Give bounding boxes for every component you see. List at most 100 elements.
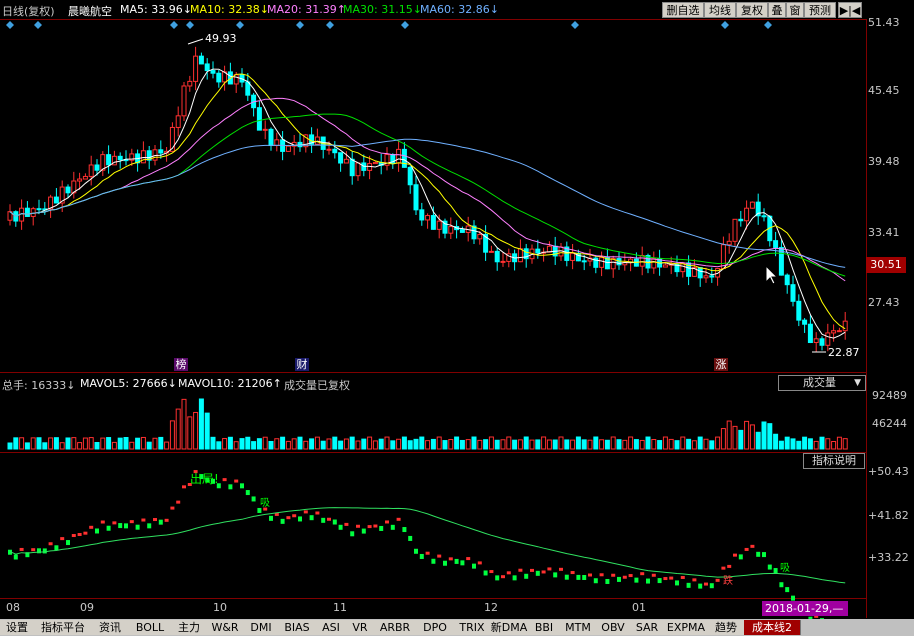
indicator-select[interactable]: 成交量 ▼ (778, 375, 866, 391)
volume-bar (88, 437, 94, 450)
tab-19[interactable]: 趋势 (708, 620, 745, 635)
current-price-badge: 30.51 (866, 257, 906, 273)
mark-cai[interactable]: 财 (295, 358, 309, 371)
tab-7[interactable]: BIAS (278, 620, 317, 635)
tab-20[interactable]: 成本线2 (744, 620, 801, 635)
candle (773, 240, 779, 248)
indicator-bar (19, 547, 24, 551)
volume-bar (198, 398, 204, 450)
tab-15[interactable]: MTM (560, 620, 597, 635)
tab-11[interactable]: DPO (416, 620, 455, 635)
volume-bar (587, 439, 593, 450)
indicator-bar (733, 553, 737, 557)
tab-4[interactable]: 主力 (172, 620, 207, 635)
volume-bar (703, 438, 709, 450)
chevron-down-icon: ▼ (854, 378, 861, 388)
indicator-bar (593, 578, 598, 584)
tab-3[interactable]: BOLL (128, 620, 173, 635)
tab-10[interactable]: ARBR (374, 620, 417, 635)
indicator-bar (141, 518, 146, 522)
tab-2[interactable]: 资讯 (92, 620, 129, 635)
indicator-bar (31, 548, 36, 552)
indicator-bar (361, 528, 366, 534)
volume-bar (471, 436, 477, 450)
tab-8[interactable]: ASI (316, 620, 347, 635)
indicator-bar (721, 566, 726, 570)
volume-bar (187, 416, 193, 450)
indicator-bar (338, 524, 343, 530)
tab-1[interactable]: 指标平台 (34, 620, 93, 635)
event-marker-icon[interactable] (6, 21, 14, 29)
tab-17[interactable]: SAR (630, 620, 665, 635)
volume-bar (280, 436, 286, 450)
tab-12[interactable]: TRIX (454, 620, 491, 635)
candle (187, 80, 193, 87)
mark-bang[interactable]: 榜 (174, 358, 188, 371)
indicator-bar (373, 524, 378, 528)
volume-bar (755, 431, 761, 450)
tab-0[interactable]: 设置 (0, 620, 35, 635)
signal-label: 跌 (723, 576, 733, 587)
volume-bar (367, 436, 373, 450)
indicator-bar (129, 520, 134, 524)
volume-bar (529, 439, 535, 450)
candle (836, 330, 842, 333)
volume-bar (593, 436, 599, 450)
mavol5-readout: MAVOL5: 27666↓ (80, 377, 177, 390)
volume-bar (454, 436, 460, 450)
volume-bar (59, 442, 65, 450)
volume-bar (390, 440, 396, 450)
volume-bar (604, 439, 610, 450)
candle (274, 139, 280, 147)
event-marker-icon[interactable] (571, 21, 579, 29)
candle (140, 150, 146, 164)
indicator-bar (106, 525, 111, 531)
candle (36, 208, 42, 211)
volume-bar (628, 436, 634, 450)
volume-bar (686, 438, 692, 450)
event-marker-icon[interactable] (721, 21, 729, 29)
tab-9[interactable]: VR (346, 620, 375, 635)
indicator-bar (327, 517, 331, 521)
indicator-bar (170, 506, 175, 510)
volume-bar (210, 436, 216, 450)
candle (819, 338, 825, 346)
volume-bar (651, 439, 657, 450)
mark-zhang[interactable]: 涨 (714, 358, 728, 371)
x-tick: 09 (80, 601, 94, 614)
volume-bar (123, 437, 129, 450)
indicator-help-button[interactable]: 指标说明 (803, 453, 865, 469)
volume-bar (807, 438, 813, 450)
volume-bar (361, 438, 367, 450)
candle (268, 128, 274, 147)
event-marker-icon[interactable] (34, 21, 42, 29)
indicator-bar (385, 520, 389, 524)
event-marker-icon[interactable] (764, 21, 772, 29)
candle (831, 330, 837, 334)
event-marker-icon[interactable] (236, 21, 244, 29)
indicator-bar (564, 574, 569, 580)
indicator-bar (100, 520, 105, 524)
indicator-bar (506, 571, 511, 575)
tab-13[interactable]: 新DMA (490, 620, 529, 635)
volume-bar (245, 436, 251, 450)
event-marker-icon[interactable] (170, 21, 178, 29)
indicator-bar (611, 573, 616, 577)
volume-bar (662, 436, 668, 450)
volume-bar (749, 424, 755, 450)
event-marker-icon[interactable] (296, 21, 304, 29)
event-marker-icon[interactable] (186, 21, 194, 29)
indicator-tick: +50.43 (868, 465, 909, 478)
tab-14[interactable]: BBI (528, 620, 561, 635)
volume-bar (459, 439, 465, 450)
candle (94, 164, 100, 171)
tab-5[interactable]: W&R (206, 620, 245, 635)
candle (570, 252, 576, 261)
candle (88, 164, 94, 177)
indicator-bar (530, 568, 534, 572)
tab-16[interactable]: OBV (596, 620, 631, 635)
tab-18[interactable]: EXPMA (664, 620, 709, 635)
event-marker-icon[interactable] (326, 21, 334, 29)
event-marker-icon[interactable] (401, 21, 409, 29)
tab-6[interactable]: DMI (244, 620, 279, 635)
